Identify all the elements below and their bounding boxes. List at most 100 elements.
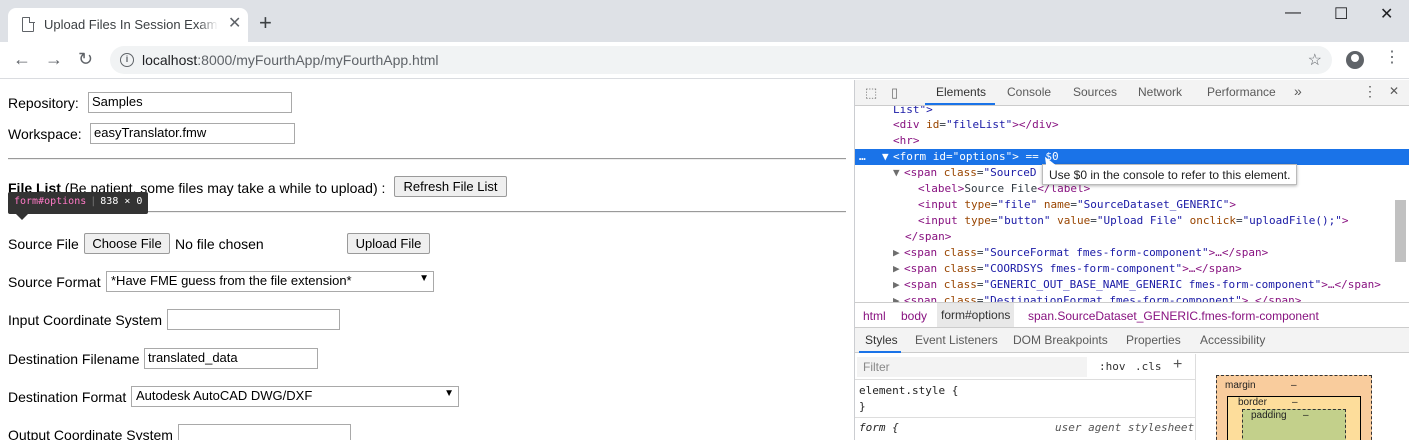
address-bar[interactable]: i localhost:8000/myFourthApp/myFourthApp… [110,46,1332,74]
dom-attr-value: "file" [997,198,1038,211]
dom-node[interactable]: </span> [855,229,1409,245]
dom-text: Source File [964,182,1038,195]
dom-attr: type [964,198,991,211]
tab-dom-breakpoints[interactable]: DOM Breakpoints [1013,333,1108,347]
dom-node[interactable]: <div id="fileList"></div> [855,117,1409,133]
url-path: :8000/myFourthApp/myFourthApp.html [197,52,439,68]
device-toolbar-icon[interactable]: ▯ [891,85,898,101]
dom-node[interactable]: ▶ <span class="DestinationFormat fmes-for… [855,293,1409,302]
dom-node[interactable]: ▶ <span class="GENERIC_OUT_BASE_NAME_GENE… [855,277,1409,293]
destination-format-label: Destination Format [8,389,127,405]
dom-node[interactable]: ▶ <span class="COORDSYS fmes-form-compone… [855,261,1409,277]
choose-file-button[interactable]: Choose File [84,233,170,254]
input-coordsys-input[interactable] [167,309,340,330]
browser-toolbar: ← → ↻ i localhost:8000/myFourthApp/myFou… [0,42,1409,79]
upload-file-button[interactable]: Upload File [347,233,430,254]
source-format-select[interactable]: *Have FME guess from the file extension*… [106,271,434,292]
browser-menu-icon[interactable]: ⋮ [1384,49,1400,67]
dom-tree: List"> <div id="fileList"></div> <hr> … ▼… [855,106,1409,302]
maximize-icon[interactable]: ☐ [1334,4,1348,24]
source-format-label: Source Format [8,274,101,290]
breadcrumb-form[interactable]: form#options [937,303,1015,327]
dom-node[interactable]: <input type="button" value="Upload File"… [855,213,1409,229]
hov-toggle[interactable]: :hov [1099,360,1126,373]
breadcrumb-body[interactable]: body [901,309,927,323]
more-actions-icon[interactable]: … [859,149,866,165]
new-rule-icon[interactable]: + [1173,357,1182,373]
breadcrumb: html body form#options span.SourceDatase… [855,302,1409,328]
inspect-element-icon[interactable]: ⬚ [865,85,877,101]
browser-tab-strip: Upload Files In Session Example Fi ✕ + —… [0,0,1409,42]
close-tab-icon[interactable]: ✕ [228,16,241,32]
tab-console[interactable]: Console [1007,85,1051,99]
workspace-input[interactable]: easyTranslator.fmw [90,123,295,144]
destination-filename-input[interactable]: translated_data [144,348,318,369]
forward-icon[interactable]: → [45,48,63,70]
box-model-pane: margin – border – padding – [1195,354,1409,440]
border-value: – [1292,397,1298,408]
breadcrumb-span[interactable]: span.SourceDataset_GENERIC.fmes-form-com… [1028,309,1319,323]
destination-format-value: Autodesk AutoCAD DWG/DXF [136,388,313,403]
styles-filter-input[interactable]: Filter [857,357,1087,377]
box-model-margin[interactable]: margin – border – padding – [1216,375,1372,440]
reload-icon[interactable]: ↻ [78,48,93,70]
border-label: border [1238,397,1267,408]
dom-node[interactable]: ▶ <span class="SourceFormat fmes-form-com… [855,245,1409,261]
dom-tag: span [910,166,938,179]
dom-attr-value: "fileList" [946,118,1013,131]
page-content: Repository: Samples Workspace: easyTrans… [0,80,854,440]
back-icon[interactable]: ← [13,48,31,70]
cls-toggle[interactable]: .cls [1135,360,1162,373]
dom-node[interactable]: <input type="file" name="SourceDataset_G… [855,197,1409,213]
tab-event-listeners[interactable]: Event Listeners [915,333,998,347]
dom-tag: >…</span> [1182,262,1242,275]
dom-attr-value: "button" [997,214,1051,227]
bookmark-star-icon[interactable]: ☆ [1308,50,1322,70]
tab-sources[interactable]: Sources [1073,85,1117,99]
refresh-file-list-button[interactable]: Refresh File List [394,176,507,197]
browser-tab[interactable]: Upload Files In Session Example Fi ✕ [8,8,248,42]
devtools-close-icon[interactable]: ✕ [1389,84,1399,98]
profile-avatar-icon[interactable] [1346,51,1364,69]
minimize-icon[interactable]: — [1285,4,1301,22]
tab-elements[interactable]: Elements [936,85,986,99]
tab-network[interactable]: Network [1138,85,1182,99]
tab-styles[interactable]: Styles [865,333,898,347]
dom-tag: >…</span> [1208,246,1269,259]
repository-input[interactable]: Samples [88,92,292,113]
badge-pointer [16,214,28,220]
tab-performance[interactable]: Performance [1207,85,1276,99]
dom-attr-value: "SourceD [983,166,1037,179]
output-coordsys-input[interactable] [178,424,351,440]
dom-attr-value: "GENERIC_OUT_BASE_NAME_GENERIC fmes-form… [983,278,1322,291]
dom-attr: id [926,118,940,131]
padding-label: padding [1251,410,1287,421]
dom-node-selected[interactable]: … ▼ <form id="options"> == $0 [855,149,1409,165]
dom-tag: label [924,182,958,195]
box-model-padding[interactable]: padding – [1242,409,1346,440]
destination-format-select[interactable]: Autodesk AutoCAD DWG/DXF ▼ [131,386,459,407]
active-subtab-indicator [859,351,901,353]
box-model-border[interactable]: border – padding – [1227,396,1361,440]
devtools-menu-icon[interactable]: ⋮ [1363,83,1377,100]
dom-attr-value: "COORDSYS fmes-form-component" [983,262,1183,275]
breadcrumb-html[interactable]: html [863,309,886,323]
element-style-rule[interactable]: element.style { [859,384,958,397]
dom-node[interactable]: <hr> [855,133,1409,149]
close-window-icon[interactable]: ✕ [1380,4,1393,24]
url-text[interactable]: localhost:8000/myFourthApp/myFourthApp.h… [142,52,439,68]
more-tabs-icon[interactable]: » [1294,83,1302,99]
dom-scrollbar-thumb[interactable] [1395,200,1406,262]
tab-accessibility[interactable]: Accessibility [1200,333,1265,347]
console-ref-tooltip: Use $0 in the console to refer to this e… [1042,164,1298,185]
divider [855,417,1195,418]
styles-tab-bar: Styles Event Listeners DOM Breakpoints P… [855,328,1409,353]
page-icon [22,16,35,32]
tab-properties[interactable]: Properties [1126,333,1181,347]
new-tab-button[interactable]: + [259,12,272,34]
info-icon[interactable]: i [120,53,134,67]
dom-attr-value: "SourceFormat fmes-form-component" [983,246,1209,259]
workspace-label: Workspace: [8,126,82,142]
chevron-down-icon: ▼ [444,388,454,399]
form-rule[interactable]: form { [859,421,899,434]
